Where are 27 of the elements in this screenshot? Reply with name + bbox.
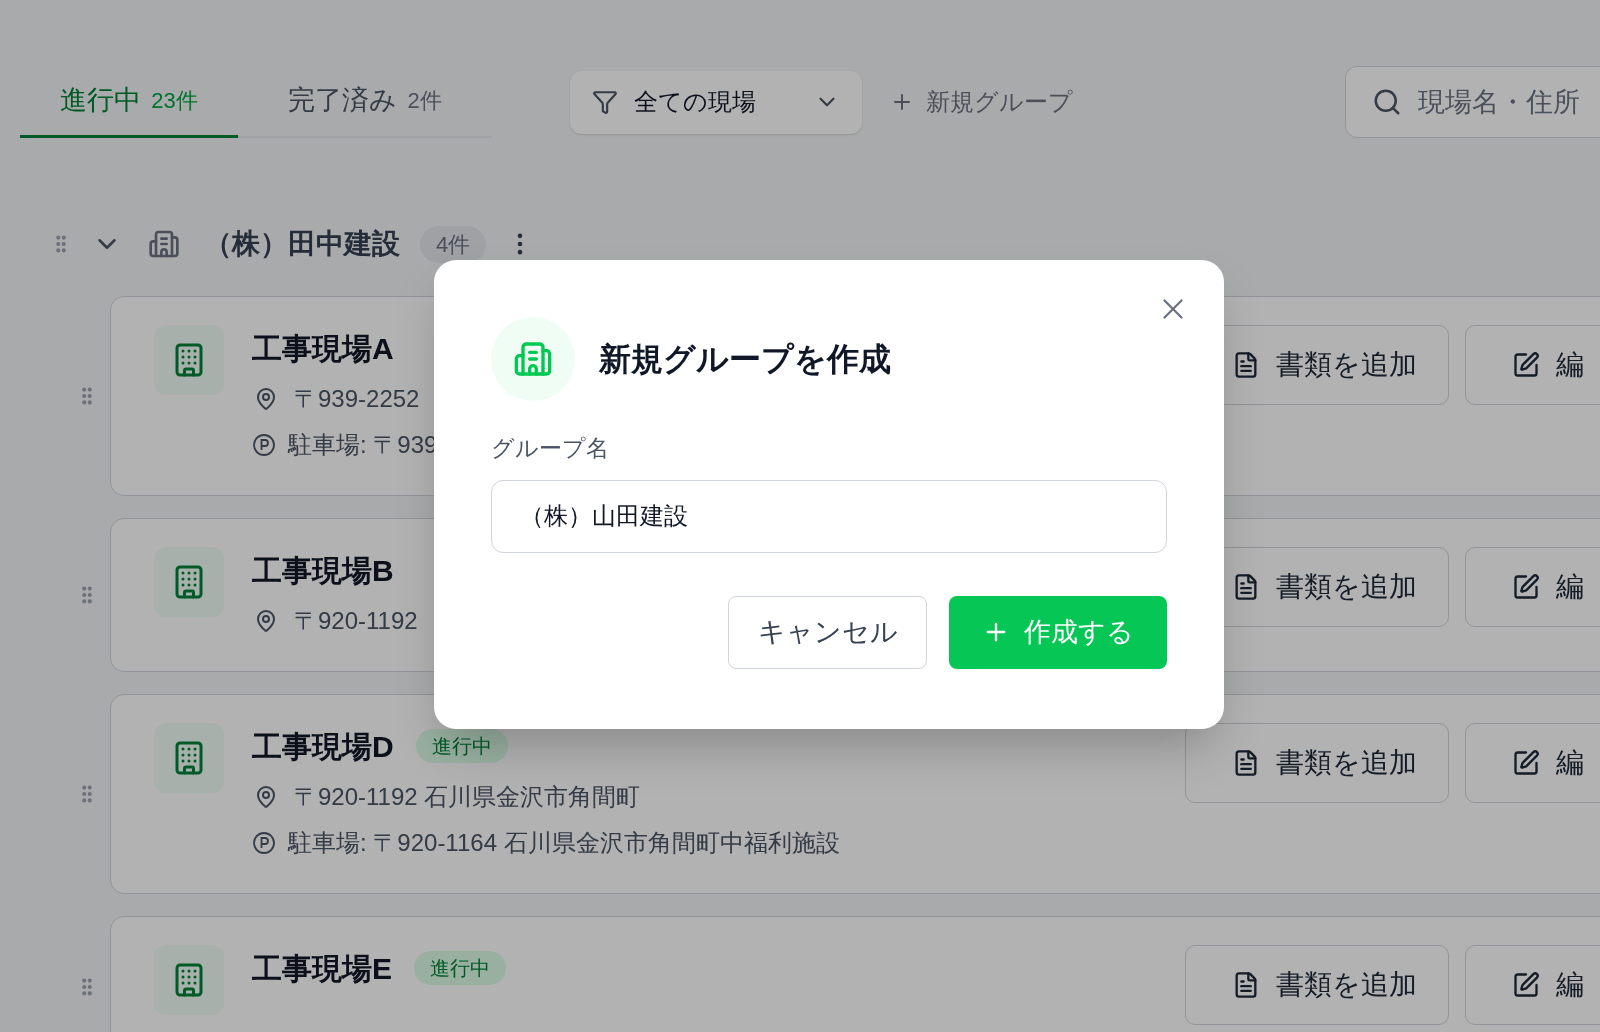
group-name: （株）田中建設 <box>204 227 400 261</box>
address-text: 〒939-2252 <box>294 384 420 414</box>
count-badge: 4件 <box>420 225 487 263</box>
edit-button[interactable]: 編 <box>1465 945 1600 1025</box>
site-title: 工事現場A <box>252 330 394 367</box>
site-title: 工事現場B <box>252 552 394 589</box>
add-document-button[interactable]: 書類を追加 <box>1185 723 1449 803</box>
field-label: グループ名 <box>491 434 609 463</box>
search-field[interactable]: 現場名・住所 <box>1345 66 1600 138</box>
status-badge: 進行中 <box>415 729 508 763</box>
edit-button[interactable]: 編 <box>1465 547 1600 627</box>
group-name-input[interactable]: （株）山田建設 <box>491 479 1167 553</box>
address-text: 〒920-1192 石川県金沢市角間町 <box>294 782 641 812</box>
site-title: 工事現場D <box>252 728 394 765</box>
tab[interactable]: 完了済み 2件 <box>238 66 492 138</box>
parking-text: 駐車場: 〒920-1164 石川県金沢市角間町中福利施設 <box>288 828 840 858</box>
filter-dropdown[interactable]: 全ての現場 <box>570 70 862 134</box>
cancel-button[interactable]: キャンセル <box>728 595 927 669</box>
edit-button[interactable]: 編 <box>1465 325 1600 405</box>
site-title: 工事現場E <box>252 950 392 987</box>
new-group-button[interactable]: 新規グループ <box>890 84 1073 120</box>
add-document-button[interactable]: 書類を追加 <box>1185 945 1449 1025</box>
status-badge: 進行中 <box>414 951 506 985</box>
dialog-title: 新規グループを作成 <box>599 340 891 379</box>
address-text: 〒920-1192 <box>294 606 418 636</box>
edit-button[interactable]: 編 <box>1465 723 1600 803</box>
tab[interactable]: 進行中 23件 <box>20 66 238 138</box>
